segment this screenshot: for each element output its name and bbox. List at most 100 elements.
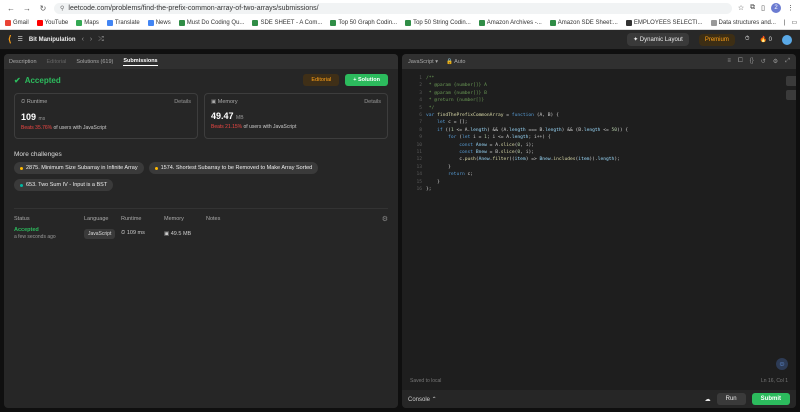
problem-tabs: Description Editorial Solutions (619) Su… (4, 54, 398, 69)
side-toggle-icon[interactable] (786, 90, 796, 100)
challenge-chip[interactable]: 1574. Shortest Subarray to be Removed to… (148, 162, 319, 174)
bookmark-item[interactable]: SDE SHEET - A Com... (252, 19, 323, 26)
header-memory[interactable]: Memory (164, 216, 206, 222)
expand-icon[interactable]: ⤢ (785, 58, 790, 65)
leetcode-logo[interactable]: ⟨ (8, 34, 12, 45)
reset-icon[interactable]: ↺ (761, 58, 766, 65)
bookmark-item[interactable]: Amazon SDE Sheet:... (549, 19, 618, 26)
braces-icon[interactable]: {} (750, 58, 754, 65)
bookmark-item[interactable]: News (147, 19, 171, 26)
line-number: 14 (416, 172, 422, 178)
sidepanel-icon[interactable]: ▯ (761, 4, 765, 12)
side-toggle-icon[interactable] (786, 76, 796, 86)
line-number: 2 (419, 83, 422, 89)
dynamic-layout-button[interactable]: ✦ Dynamic Layout (627, 33, 689, 46)
reload-icon[interactable]: ↻ (38, 3, 48, 13)
language-select[interactable]: JavaScript ▾ (408, 59, 438, 65)
bookmark-favicon-icon (252, 19, 259, 26)
bookmark-item[interactable]: EMPLOYEES SELECTI... (625, 19, 703, 26)
bookmark-item[interactable]: Translate (106, 19, 140, 26)
bookmark-item[interactable]: Must Do Coding Qu... (178, 19, 244, 26)
prev-problem-icon[interactable]: ‹ (82, 36, 84, 43)
site-info-icon[interactable]: ⚲ (60, 5, 64, 12)
table-row[interactable]: Accepted a few seconds ago JavaScript ⏲ … (14, 227, 388, 240)
code-line: 11 const Bnew = B.slice(0, i); (408, 149, 796, 156)
bookmark-favicon-icon (625, 19, 632, 26)
bookmark-item[interactable]: Gmail (5, 19, 29, 26)
header-status[interactable]: Status (14, 216, 84, 222)
bookmark-item[interactable]: Data structures and... (710, 19, 776, 26)
bookmark-item[interactable]: Maps (76, 19, 99, 26)
menu-icon[interactable]: ⋮ (787, 4, 794, 12)
profile-avatar[interactable]: 2 (771, 3, 781, 13)
timer-icon[interactable]: ⏱ (745, 36, 750, 43)
folder-icon: ▭ (791, 20, 798, 26)
tab-solutions[interactable]: Solutions (619) (76, 59, 113, 65)
line-number: 11 (416, 150, 422, 156)
memory-beats-pct: Beats 21.15% (211, 124, 243, 130)
next-problem-icon[interactable]: › (90, 36, 92, 43)
bookmark-item[interactable]: Amazon Archives -... (478, 19, 542, 26)
user-avatar[interactable] (782, 34, 792, 45)
header-language[interactable]: Language (84, 216, 121, 222)
runtime-card[interactable]: ⏲ Runtime Details 109 ms Beats 35.76% of… (14, 93, 198, 139)
row-status[interactable]: Accepted (14, 227, 84, 233)
runtime-unit: ms (38, 116, 46, 122)
editorial-button[interactable]: Editorial (303, 74, 340, 86)
memory-card[interactable]: ▣ Memory Details 49.47 MB Beats 21.15% o… (204, 93, 388, 139)
tab-editorial[interactable]: Editorial (47, 59, 67, 65)
cloud-upload-icon[interactable]: ☁ (705, 396, 711, 403)
forward-arrow-icon[interactable]: → (22, 3, 32, 13)
bookmark-icon[interactable]: ⧠ (738, 58, 743, 65)
address-bar[interactable]: ⚲ leetcode.com/problems/find-the-prefix-… (54, 2, 732, 14)
bookmark-label: SDE SHEET - A Com... (260, 19, 323, 26)
bookmark-favicon-icon (405, 19, 412, 26)
runtime-value: 109 (21, 112, 37, 122)
code-text: let c = []; (437, 120, 468, 126)
fire-streak[interactable]: 🔥 0 (760, 36, 772, 43)
auto-mode[interactable]: 🔒 Auto (446, 59, 465, 65)
challenge-chip[interactable]: 653. Two Sum IV - Input is a BST (14, 179, 114, 191)
code-area[interactable]: 1/** 2 * @param {number[]} A3 * @param {n… (402, 69, 796, 194)
all-bookmarks[interactable]: | ▭ All Bookmarks (784, 19, 800, 27)
line-number: 13 (416, 164, 422, 170)
row-runtime: ⏲ 109 ms (121, 230, 164, 237)
memory-details-link[interactable]: Details (364, 99, 381, 105)
bookmark-item[interactable]: Top 50 String Codin... (405, 19, 471, 26)
bookmark-item[interactable]: YouTube (36, 19, 68, 26)
star-icon[interactable]: ☆ (738, 4, 744, 12)
shuffle-icon[interactable]: ⤮ (98, 36, 104, 44)
bookmark-favicon-icon (36, 19, 43, 26)
tab-description[interactable]: Description (9, 59, 37, 65)
console-bar: Console ⌃ ☁ Run Submit (402, 390, 796, 408)
runtime-details-link[interactable]: Details (174, 99, 191, 106)
back-arrow-icon[interactable]: ← (6, 3, 16, 13)
bookmark-item[interactable]: Top 50 Graph Codin... (330, 19, 397, 26)
bookmark-label: Data structures and... (718, 19, 776, 26)
tab-submissions[interactable]: Submissions (123, 58, 158, 66)
code-line: 13 } (408, 164, 796, 171)
console-toggle[interactable]: Console ⌃ (408, 396, 437, 403)
code-line: 6 var findThePrefixCommonArray = function… (408, 112, 796, 119)
solution-button[interactable]: + Solution (345, 74, 388, 86)
settings-icon[interactable]: ⚙ (382, 215, 388, 223)
browser-toolbar: ← → ↻ ⚲ leetcode.com/problems/find-the-p… (0, 0, 800, 16)
assistant-icon[interactable]: ☺ (776, 358, 788, 370)
code-line: 2 * @param {number[]} A (408, 82, 796, 89)
submit-button[interactable]: Submit (751, 393, 790, 405)
run-button[interactable]: Run (716, 393, 746, 405)
bookmark-favicon-icon (5, 19, 11, 26)
extensions-icon[interactable]: ⧉ (750, 4, 755, 12)
challenge-chip[interactable]: 2875. Minimum Size Subarray in Infinite … (14, 162, 144, 174)
premium-button[interactable]: Premium (698, 33, 735, 46)
settings-icon[interactable]: ⚙ (773, 58, 778, 65)
code-text: var findThePrefixCommonArray = function … (426, 113, 559, 119)
line-number: 16 (416, 187, 422, 193)
mode-label: Auto (454, 58, 466, 65)
memory-value: 49.47 (211, 111, 234, 121)
problem-list-icon[interactable]: ☰ (18, 36, 23, 43)
header-runtime[interactable]: Runtime (121, 216, 164, 222)
code-line: 16}; (408, 186, 796, 193)
problem-list-title[interactable]: Bit Manipulation (29, 37, 76, 43)
format-icon[interactable]: ≡ (727, 58, 731, 65)
